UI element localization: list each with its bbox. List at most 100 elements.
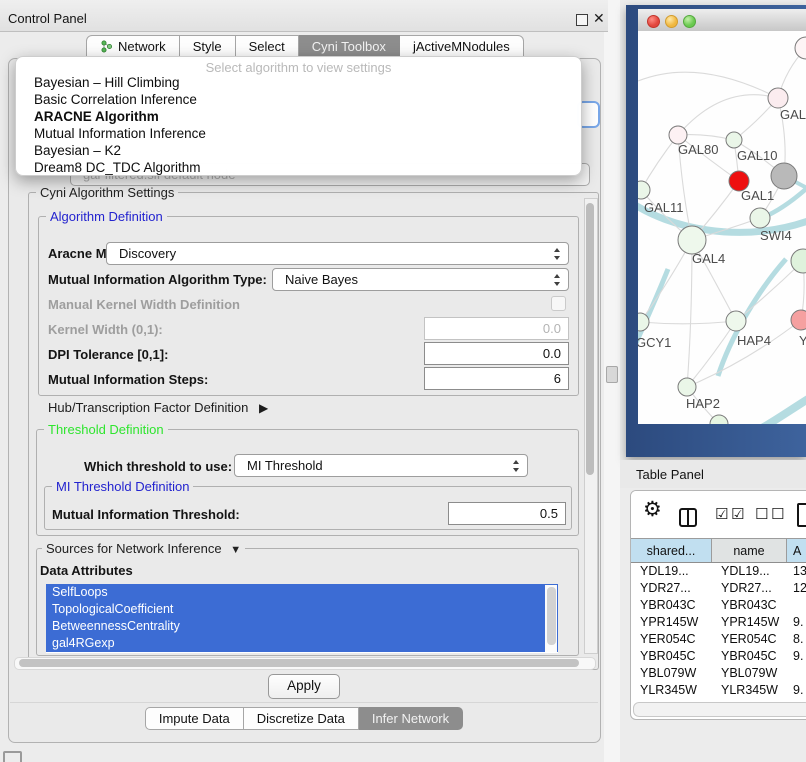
network-node[interactable] (795, 37, 806, 59)
manual-kernel-width-label: Manual Kernel Width Definition (48, 297, 240, 312)
algorithm-definition-title: Algorithm Definition (46, 209, 167, 224)
tab-jactivemnodules[interactable]: jActiveMNodules (400, 35, 524, 58)
network-node[interactable] (726, 311, 746, 331)
algorithm-option[interactable]: Bayesian – Hill Climbing (34, 75, 180, 92)
close-traffic-light-icon[interactable] (647, 15, 660, 28)
tab-select[interactable]: Select (236, 35, 299, 58)
cell (787, 597, 806, 614)
tab-impute-data[interactable]: Impute Data (145, 707, 244, 730)
aracne-mode-combobox[interactable]: Discovery (106, 242, 569, 265)
network-node[interactable] (710, 415, 728, 424)
network-node[interactable] (791, 249, 806, 273)
column-header[interactable]: shared... (631, 539, 712, 562)
table-row[interactable]: YER054C YER054C 8. (631, 631, 806, 648)
cell: YBL079W (631, 665, 712, 682)
table-horizontal-scrollbar[interactable] (633, 702, 806, 717)
unchecked-box-icon[interactable]: ☐ (755, 505, 768, 523)
minimize-traffic-light-icon[interactable] (665, 15, 678, 28)
mi-threshold-field[interactable]: 0.5 (448, 502, 566, 525)
network-node[interactable] (726, 132, 742, 148)
scrollbar-thumb[interactable] (19, 659, 579, 667)
list-vertical-scrollbar[interactable] (545, 585, 557, 652)
algorithm-option[interactable]: Basic Correlation Inference (34, 92, 197, 109)
table-header-row: shared... name A (631, 538, 806, 563)
data-attributes-label: Data Attributes (40, 563, 133, 578)
hub-definition-expander[interactable]: Hub/Transcription Factor Definition ▶ (48, 400, 268, 415)
column-header[interactable]: name (712, 539, 787, 562)
attribute-item-selected[interactable]: TopologicalCoefficient (46, 601, 558, 618)
network-node[interactable] (750, 208, 770, 228)
checked-box-icon[interactable]: ☑ (715, 505, 728, 523)
tab-cyni-toolbox[interactable]: Cyni Toolbox (299, 35, 400, 58)
new-table-icon[interactable] (797, 503, 806, 527)
table-row[interactable]: YDL19... YDL19... 13 (631, 563, 806, 580)
unchecked-box-icon[interactable]: ☐ (771, 505, 784, 523)
attribute-item-selected[interactable]: BetweennessCentrality (46, 618, 558, 635)
algorithm-option[interactable]: Bayesian – K2 (34, 143, 121, 160)
network-node[interactable] (791, 310, 806, 330)
tab-infer-network[interactable]: Infer Network (359, 707, 463, 730)
cell: 13 (787, 563, 806, 580)
scrollbar-thumb[interactable] (547, 587, 556, 645)
table-panel-titlebar: Table Panel (620, 460, 806, 488)
mi-steps-field[interactable]: 6 (424, 367, 569, 390)
cell: 12 (787, 580, 806, 597)
algorithm-dropdown-popup: Select algorithm to view settings Bayesi… (15, 56, 582, 176)
cell: YPR145W (631, 614, 712, 631)
network-node[interactable] (678, 226, 706, 254)
table-row[interactable]: YBL079W YBL079W (631, 665, 806, 682)
manual-kernel-width-checkbox (551, 296, 566, 311)
algorithm-option-selected[interactable]: ARACNE Algorithm (34, 109, 159, 126)
cell: YPR145W (712, 614, 787, 631)
which-threshold-value: MI Threshold (247, 458, 323, 473)
tab-style[interactable]: Style (180, 35, 236, 58)
network-node[interactable] (638, 181, 650, 199)
table-row[interactable]: YDR27... YDR27... 12 (631, 580, 806, 597)
dpi-tolerance-field[interactable]: 0.0 (424, 342, 569, 365)
attribute-item-selected[interactable]: SelfLoops (46, 584, 558, 601)
network-node[interactable] (678, 378, 696, 396)
zoom-traffic-light-icon[interactable] (683, 15, 696, 28)
table-body: YDL19... YDL19... 13 YDR27... YDR27... 1… (631, 563, 806, 716)
close-panel-icon[interactable]: ✕ (593, 10, 605, 27)
settings-vertical-scrollbar[interactable] (584, 198, 598, 654)
float-panel-icon[interactable] (576, 14, 588, 26)
column-header[interactable]: A (787, 539, 806, 562)
network-node[interactable] (768, 88, 788, 108)
mi-type-combobox[interactable]: Naive Bayes (272, 268, 569, 291)
apply-button-label: Apply (287, 678, 321, 693)
algorithm-placeholder: Select algorithm to view settings (16, 60, 581, 75)
sources-group-expander[interactable]: Sources for Network Inference ▼ (42, 541, 245, 556)
tab-discretize-data[interactable]: Discretize Data (244, 707, 359, 730)
control-panel-titlebar: Control Panel ✕ (0, 0, 608, 32)
panel-splitter-handle[interactable] (606, 366, 618, 383)
table-row[interactable]: YBR045C YBR045C 9. (631, 648, 806, 665)
gear-icon[interactable]: ⚙ (643, 497, 662, 522)
algorithm-option[interactable]: Mutual Information Inference (34, 126, 206, 143)
which-threshold-combobox[interactable]: MI Threshold (234, 454, 528, 477)
network-canvas[interactable]: GAL GAL80 GAL10 GAL1 GAL11 SWI4 GAL4 GCY… (638, 31, 806, 424)
settings-horizontal-scrollbar[interactable] (14, 657, 596, 670)
mi-type-value: Naive Bayes (285, 272, 358, 287)
cell (787, 665, 806, 682)
mi-threshold-title: MI Threshold Definition (52, 479, 193, 494)
apply-button[interactable]: Apply (268, 674, 340, 699)
attribute-item-selected[interactable]: gal4RGexp (46, 635, 558, 652)
scrollbar-thumb[interactable] (586, 203, 594, 475)
tab-label: Network (118, 36, 166, 57)
tab-network[interactable]: Network (86, 35, 180, 58)
node-label: GAL11 (644, 200, 684, 215)
network-node[interactable] (771, 163, 797, 189)
algorithm-option[interactable]: Dream8 DC_TDC Algorithm (34, 160, 201, 177)
split-columns-icon[interactable] (679, 508, 697, 527)
table-row[interactable]: YLR345W YLR345W 9. (631, 682, 806, 699)
kernel-width-field: 0.0 (424, 317, 569, 340)
network-icon (100, 40, 113, 53)
table-row[interactable]: YPR145W YPR145W 9. (631, 614, 806, 631)
cell: YER054C (712, 631, 787, 648)
aracne-mode-value: Discovery (119, 246, 176, 261)
table-row[interactable]: YBR043C YBR043C (631, 597, 806, 614)
checked-box-icon[interactable]: ☑ (731, 505, 744, 523)
docked-panel-icon[interactable] (3, 751, 22, 762)
threshold-definition-title: Threshold Definition (44, 422, 168, 437)
